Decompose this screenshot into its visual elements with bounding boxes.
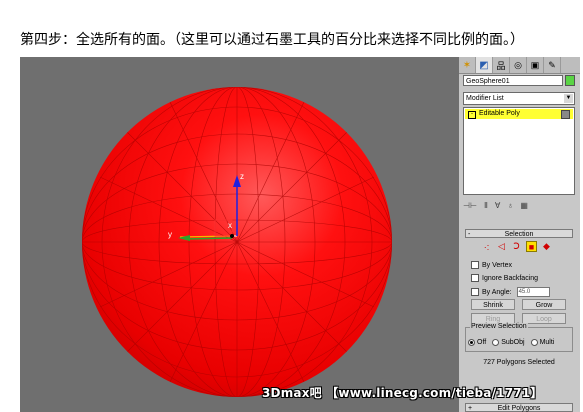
command-panel-tabs: ✶ ◩ 品 ◎ ▣ ✎	[459, 57, 580, 74]
ignore-backfacing-label: Ignore Backfacing	[482, 274, 539, 282]
viewport-scene: z y x	[82, 87, 392, 397]
checkbox-box	[471, 261, 479, 269]
perspective-viewport[interactable]: z y x	[20, 57, 459, 412]
checkbox-box	[471, 274, 479, 282]
command-panel: ✶ ◩ 品 ◎ ▣ ✎ GeoSphere01 Modifier List ▼ …	[459, 57, 580, 412]
object-name-field[interactable]: GeoSphere01	[463, 75, 563, 86]
radio-dot	[530, 339, 538, 346]
by-vertex-checkbox[interactable]: By Vertex	[471, 261, 512, 269]
by-angle-checkbox[interactable]: By Angle: 45.0	[471, 287, 550, 297]
axis-x-label: x	[228, 221, 232, 230]
modifier-list-label: Modifier List	[466, 95, 504, 102]
stack-toolbar: ⊣⊢ Ⅱ ∀ ♁ ▦	[463, 199, 575, 211]
modify-icon: ◩	[479, 59, 489, 71]
shrink-button[interactable]: Shrink	[471, 299, 515, 310]
create-icon: ✶	[462, 59, 472, 71]
modifier-list-dropdown[interactable]: Modifier List ▼	[463, 92, 575, 105]
modifier-stack: - Editable Poly	[463, 107, 575, 195]
rollout-plus-icon: +	[468, 405, 473, 412]
preview-radios: Off SubObj Multi	[468, 339, 554, 346]
caption-text: 第四步：全选所有的面。（这里可以通过石墨工具的百分比来选择不同比例的面。）	[20, 32, 524, 48]
motion-tab[interactable]: ◎	[510, 57, 527, 73]
chevron-down-icon: ▼	[564, 94, 573, 103]
vertex-icon[interactable]: ·:	[481, 241, 492, 252]
edit-polygons-rollout-header[interactable]: + Edit Polygons	[465, 403, 573, 412]
ignore-backfacing-checkbox[interactable]: Ignore Backfacing	[471, 274, 538, 282]
radio-dot	[492, 339, 500, 346]
polygon-icon[interactable]: ■	[526, 241, 537, 252]
create-tab[interactable]: ✶	[459, 57, 476, 73]
show-end-result-icon[interactable]: Ⅱ	[484, 201, 488, 210]
utilities-icon: ✎	[548, 59, 556, 70]
preview-subobj-radio[interactable]: SubObj	[492, 339, 525, 346]
hierarchy-tab[interactable]: 品	[493, 57, 510, 73]
utilities-tab[interactable]: ✎	[544, 57, 561, 73]
pin-stack-icon[interactable]: ⊣⊢	[463, 201, 477, 210]
axis-y-label: y	[168, 230, 172, 239]
stack-item-editable-poly[interactable]: - Editable Poly	[465, 109, 573, 119]
selection-status-text: 727 Polygons Selected	[483, 359, 555, 366]
watermark-text: 3Dmax吧 【www.linecg.com/tieba/1771】	[262, 386, 543, 400]
selection-rollout-header[interactable]: - Selection	[465, 229, 573, 238]
selection-title: Selection	[504, 231, 534, 238]
rollout-minus-icon: -	[468, 231, 471, 238]
preview-subobj-label: SubObj	[501, 339, 525, 346]
by-vertex-label: By Vertex	[482, 261, 512, 269]
sphere-wireframe	[82, 87, 392, 397]
stack-item-label: Editable Poly	[479, 110, 520, 117]
by-angle-label: By Angle:	[482, 288, 512, 296]
loop-button[interactable]: Loop	[522, 313, 566, 324]
object-color-swatch[interactable]	[565, 75, 575, 86]
motion-icon: ◎	[514, 59, 522, 70]
element-icon[interactable]: ◆	[541, 241, 552, 252]
display-tab[interactable]: ▣	[527, 57, 544, 73]
preview-selection-group: Preview Selection Off SubObj Multi	[465, 323, 573, 352]
hierarchy-icon: 品	[496, 60, 506, 71]
edit-polygons-title: Edit Polygons	[497, 405, 541, 412]
preview-off-label: Off	[477, 339, 487, 346]
preview-off-radio[interactable]: Off	[468, 339, 486, 346]
modifier-toggle-icon[interactable]	[561, 110, 570, 119]
axis-z-label: z	[240, 172, 244, 181]
border-icon[interactable]: Ↄ	[511, 241, 522, 252]
collapse-icon[interactable]: -	[468, 111, 476, 119]
make-unique-icon[interactable]: ∀	[495, 201, 500, 210]
checkbox-box	[471, 288, 479, 296]
preview-multi-label: Multi	[539, 339, 555, 346]
subobject-level-icons: ·: ◁ Ↄ ■ ◆	[481, 241, 552, 252]
edge-icon[interactable]: ◁	[496, 241, 507, 252]
remove-modifier-icon[interactable]: ♁	[507, 201, 513, 210]
modify-tab[interactable]: ◩	[476, 57, 493, 73]
preview-selection-title: Preview Selection	[470, 323, 528, 330]
angle-spinner[interactable]: 45.0	[516, 287, 550, 297]
grow-button[interactable]: Grow	[522, 299, 566, 310]
configure-modifier-sets-icon[interactable]: ▦	[520, 201, 528, 210]
preview-multi-radio[interactable]: Multi	[530, 339, 555, 346]
display-icon: ▣	[530, 59, 540, 70]
radio-dot	[468, 339, 475, 346]
